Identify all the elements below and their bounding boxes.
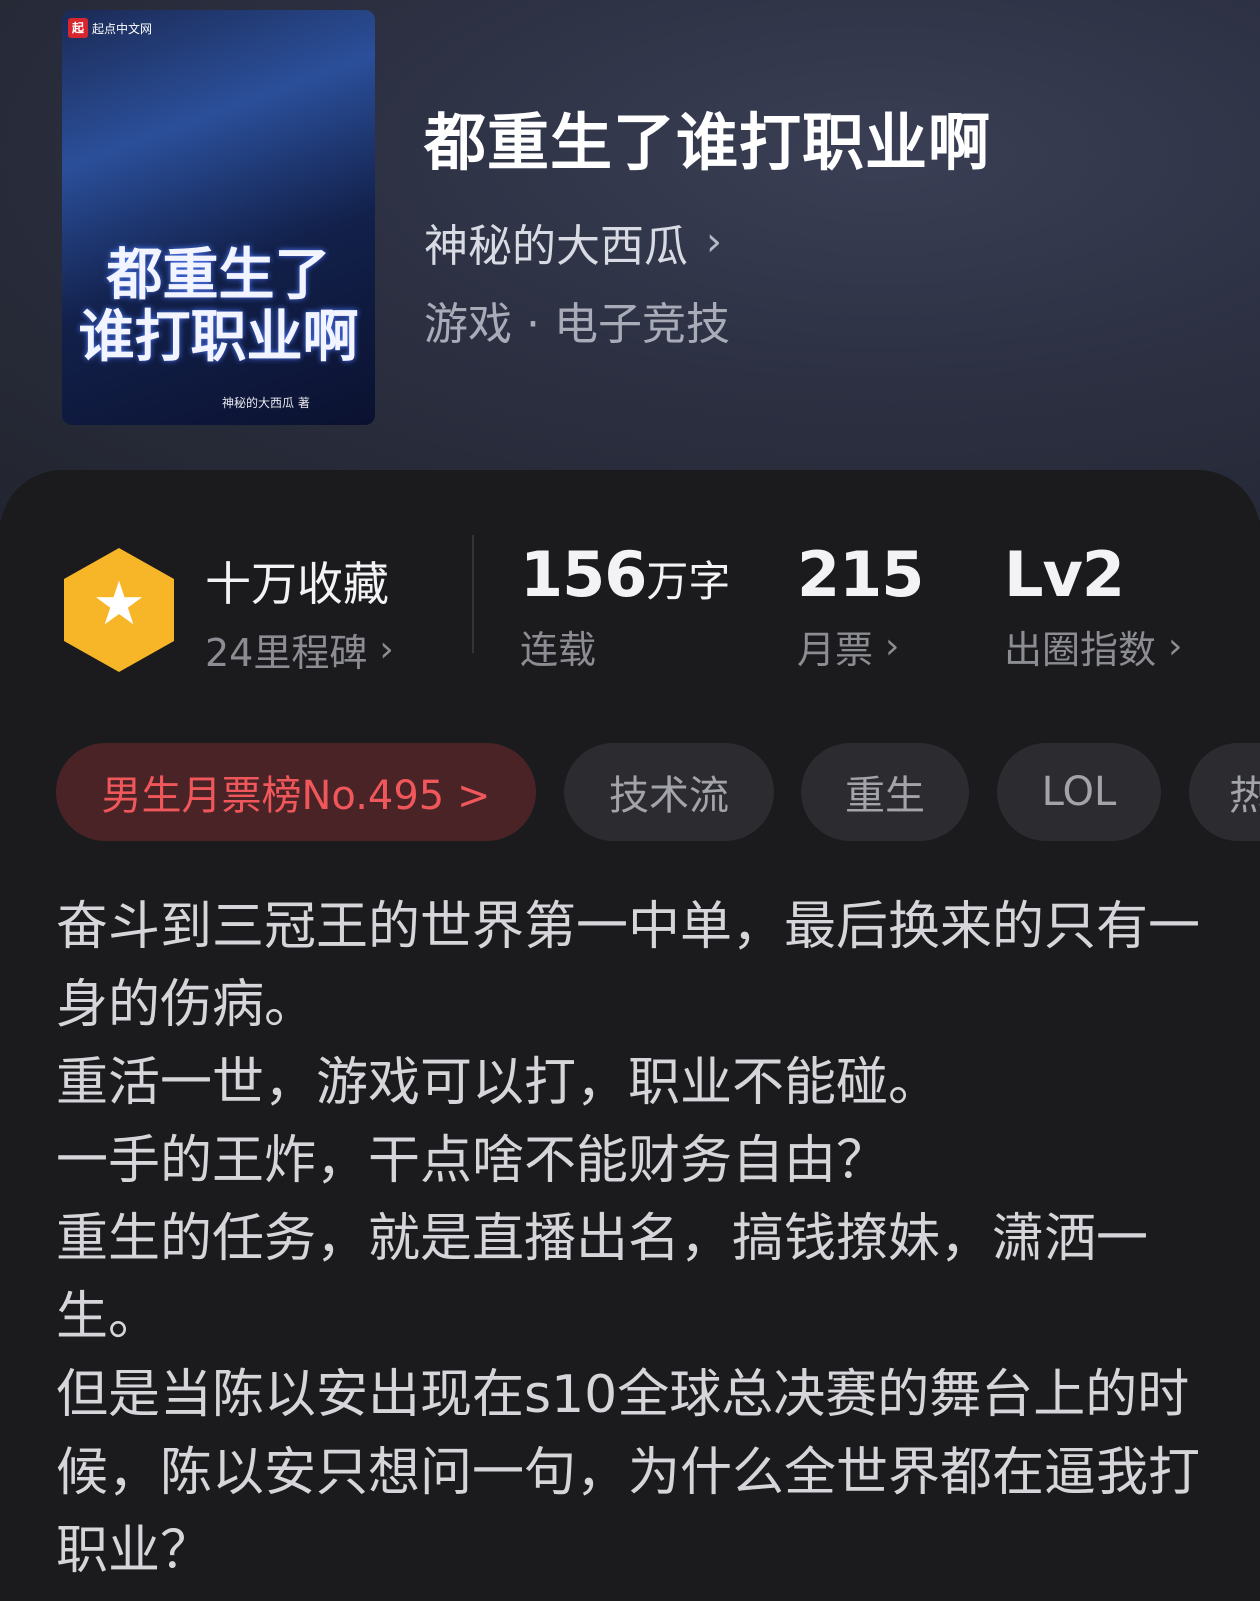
book-title: 都重生了谁打职业啊 (424, 106, 992, 179)
chevron-right-icon: › (885, 625, 900, 667)
cover-author-tag: 神秘的大西瓜 著 (222, 396, 310, 410)
author-link[interactable]: 神秘的大西瓜 › (424, 210, 722, 274)
word-count-number: 156 (520, 538, 647, 611)
cover-title-line1: 都重生了 (106, 242, 331, 308)
tag-list: 男生月票榜No.495 > 技术流 重生 LOL 热 (56, 743, 1260, 841)
author-name: 神秘的大西瓜 (424, 221, 688, 272)
book-cover[interactable]: 起 起点中文网 都重生了 谁打职业啊 神秘的大西瓜 著 (62, 10, 375, 425)
star-icon: ★ (92, 569, 146, 639)
milestone-link[interactable]: 24里程碑 › (205, 622, 394, 677)
monthly-votes-label: 月票 (797, 628, 874, 672)
chevron-right-icon: › (1168, 625, 1183, 667)
description-paragraph: 一手的王炸，干点啥不能财务自由？ (56, 1131, 889, 1191)
cover-title-art: 都重生了 谁打职业啊 (62, 242, 375, 370)
rank-tag[interactable]: 男生月票榜No.495 > (56, 743, 536, 841)
tag-lol[interactable]: LOL (997, 743, 1161, 841)
influence-label: 出圈指数 (1004, 628, 1157, 672)
description-paragraph: 但是当陈以安出现在s10全球总决赛的舞台上的时候，陈以安只想问一句，为什么全世界… (56, 1365, 1201, 1581)
chevron-right-icon: › (706, 219, 722, 265)
word-count-unit: 万字 (646, 557, 731, 606)
description-paragraph: 奋斗到三冠王的世界第一中单，最后换来的只有一身的伤病。 (56, 897, 1201, 1035)
collection-stat[interactable]: 十万收藏 24里程碑 › (205, 548, 394, 677)
monthly-votes-stat[interactable]: 215 月票 › (797, 538, 924, 674)
serial-status: 连载 (520, 628, 597, 672)
site-badge: 起 起点中文网 (68, 18, 152, 38)
word-count-stat: 156万字 连载 (520, 538, 730, 674)
tag-hot[interactable]: 热 (1189, 743, 1260, 841)
milestone-label: 24里程碑 (205, 631, 368, 675)
tag-technique[interactable]: 技术流 (564, 743, 774, 841)
chevron-right-icon: › (379, 628, 394, 670)
cover-title-line2: 谁打职业啊 (78, 303, 359, 370)
stats-divider (472, 535, 474, 653)
influence-level: Lv2 (1004, 538, 1125, 611)
tag-rebirth[interactable]: 重生 (801, 743, 969, 841)
site-badge-label: 起点中文网 (92, 21, 153, 36)
description-paragraph: 重活一世，游戏可以打，职业不能碰。 (56, 1053, 941, 1113)
site-logo-icon: 起 (68, 18, 88, 38)
description-paragraph: 重生的任务，就是直播出名，搞钱撩妹，潇洒一生。 (56, 1209, 1149, 1347)
influence-stat[interactable]: Lv2 出圈指数 › (1004, 538, 1182, 674)
collection-value: 十万收藏 (205, 557, 389, 611)
book-genre: 游戏 · 电子竞技 (424, 299, 730, 350)
monthly-votes-number: 215 (797, 538, 924, 611)
book-description: 奋斗到三冠王的世界第一中单，最后换来的只有一身的伤病。 重活一世，游戏可以打，职… (56, 888, 1216, 1590)
